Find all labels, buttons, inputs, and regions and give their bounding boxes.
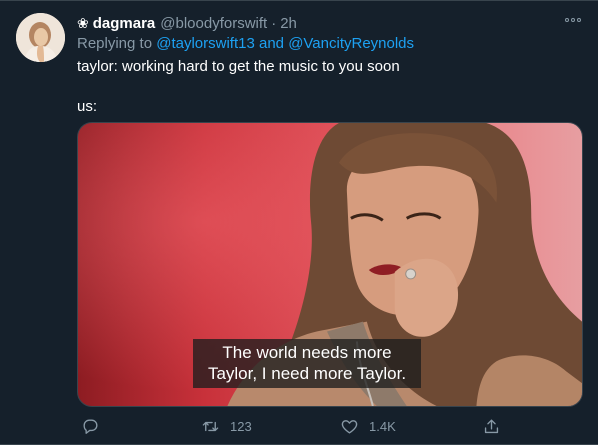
retweet-icon [202, 421, 219, 431]
reply-icon [83, 418, 98, 434]
like-button[interactable]: 1.4K [340, 415, 396, 437]
flower-icon: ❀ [77, 14, 89, 31]
caption-line: Taylor, I need more Taylor. [207, 364, 407, 383]
gif-caption: The world needs more Taylor, I need more… [193, 339, 421, 388]
like-count: 1.4K [369, 418, 396, 434]
avatar[interactable] [16, 13, 65, 62]
share-button[interactable] [482, 415, 501, 437]
tweet-text: taylor: working hard to get the music to… [77, 57, 582, 117]
more-dot [565, 18, 569, 22]
replying-to-label: Replying to [77, 35, 157, 52]
display-name[interactable]: dagmara [93, 15, 156, 32]
more-dot [571, 18, 575, 22]
media-image[interactable]: The world needs more Taylor, I need more… [77, 122, 583, 407]
mention-link[interactable]: @taylorswift13 [156, 35, 255, 52]
tweet-actions: 123 1.4K [77, 415, 507, 437]
tweet-text-line: us: [77, 98, 98, 115]
more-options-icon[interactable] [562, 11, 584, 29]
share-icon [484, 418, 499, 433]
tweet-text-line: taylor: working hard to get the music to… [77, 58, 400, 75]
replying-to-joiner: and [254, 35, 289, 52]
header-separator: · [271, 14, 277, 32]
retweet-button[interactable]: 123 [201, 415, 252, 437]
user-handle[interactable]: @bloodyforswift [160, 15, 267, 32]
heart-icon [341, 419, 358, 434]
timestamp[interactable]: 2h [280, 15, 297, 32]
more-dot [577, 18, 581, 22]
mention-link[interactable]: @VancityReynolds [288, 35, 414, 52]
avatar-image [16, 13, 65, 62]
retweet-count: 123 [230, 418, 252, 434]
tweet-header: ❀ dagmara @bloodyforswift · 2h [77, 13, 297, 33]
tweet[interactable]: ❀ dagmara @bloodyforswift · 2h Replying … [0, 0, 598, 445]
caption-line: The world needs more [222, 343, 392, 362]
reply-button[interactable] [81, 415, 100, 437]
replying-to: Replying to @taylorswift13 and @VancityR… [77, 35, 414, 52]
